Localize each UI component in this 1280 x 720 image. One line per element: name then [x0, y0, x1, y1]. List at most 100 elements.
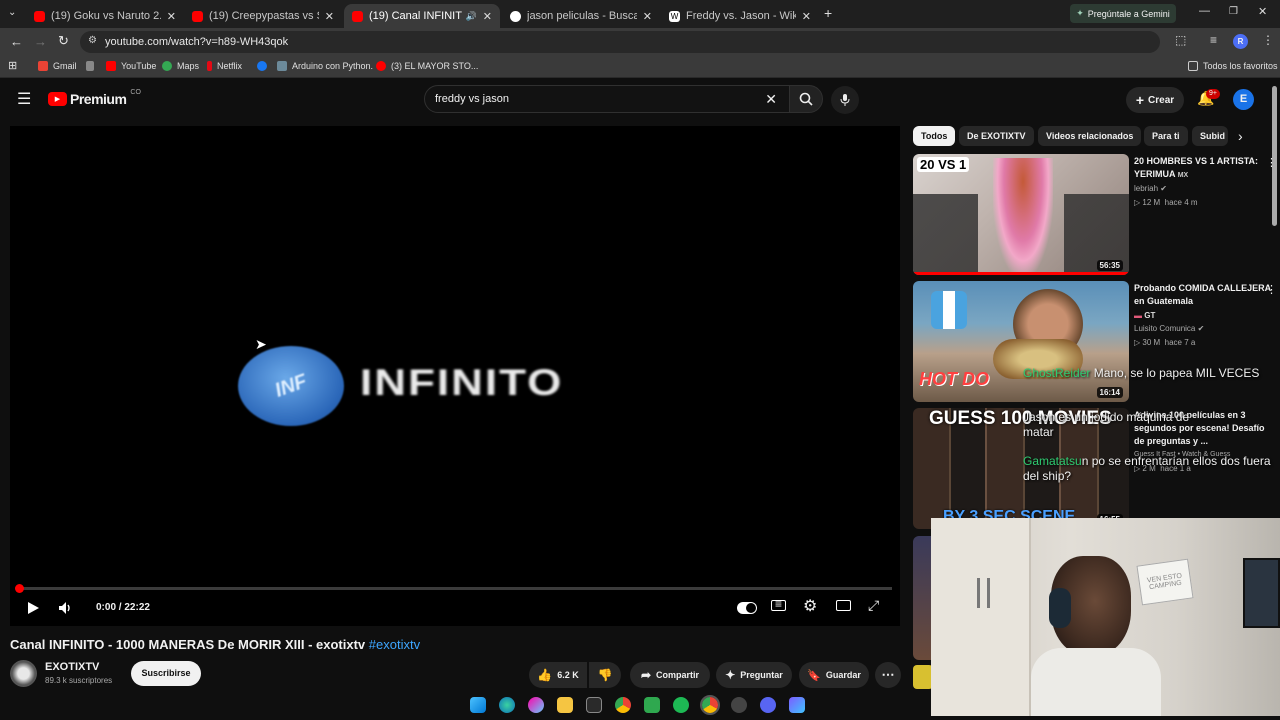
minimize-icon[interactable]: —	[1199, 5, 1210, 17]
volume-icon[interactable]	[58, 601, 74, 615]
bookmark-netflix[interactable]: Netflix	[207, 61, 242, 71]
bookmark-gmail[interactable]: Gmail	[38, 61, 77, 71]
progress-scrubber[interactable]	[15, 584, 24, 593]
url-text: youtube.com/watch?v=h89-WH43qok	[105, 36, 289, 48]
back-icon[interactable]: ←	[10, 34, 23, 49]
new-tab-icon[interactable]: +	[824, 5, 832, 21]
chrome-icon[interactable]	[615, 697, 631, 713]
tab-5[interactable]: W Freddy vs. Jason - Wikipedia, la ✕	[661, 4, 819, 28]
video-player[interactable]: INF INFINITO ➤ 0:00 / 22:22 ≡ ⚙ ⤢	[10, 126, 900, 626]
related-title-2[interactable]: Probando COMIDA CALLEJERA en Guatemala	[1134, 282, 1274, 308]
voice-search-button[interactable]	[831, 86, 859, 114]
browser-menu-icon[interactable]: ⋮	[1262, 33, 1274, 47]
close-icon[interactable]: ✕	[483, 10, 492, 23]
bookmark-maps[interactable]: Maps	[162, 61, 199, 71]
bookmark-facebook[interactable]	[257, 61, 272, 71]
clear-search-icon[interactable]: ✕	[765, 91, 777, 108]
search-button[interactable]	[789, 85, 823, 113]
related-thumbnail-5[interactable]	[913, 665, 933, 689]
forward-icon[interactable]: →	[34, 34, 47, 49]
chevron-right-icon[interactable]: ›	[1238, 128, 1243, 144]
channel-label: Luisito Comunica	[1134, 324, 1196, 333]
edge-icon[interactable]	[499, 697, 515, 713]
file-explorer-icon[interactable]	[557, 697, 573, 713]
windows-start-icon[interactable]	[470, 697, 486, 713]
site-info-icon[interactable]: ⚙	[88, 35, 97, 46]
bookmark-mayor-story[interactable]: (3) EL MAYOR STO...	[376, 61, 478, 71]
related-title-1[interactable]: 20 HOMBRES VS 1 ARTISTA: YERIMUA MX	[1134, 155, 1274, 182]
profile-avatar[interactable]: R	[1233, 34, 1248, 49]
all-bookmarks[interactable]: Todos los favoritos	[1188, 61, 1278, 71]
reading-list-icon[interactable]: ≡	[1210, 33, 1217, 47]
subtitles-icon[interactable]: ≡	[771, 598, 786, 611]
create-button[interactable]: + Crear	[1126, 87, 1184, 113]
chip-from-channel[interactable]: De EXOTIXTV	[959, 126, 1034, 146]
bookmark-separator[interactable]	[86, 61, 99, 71]
close-icon[interactable]: ✕	[325, 10, 334, 23]
save-button[interactable]: 🔖 Guardar	[799, 662, 869, 688]
discord-icon[interactable]	[760, 697, 776, 713]
hamburger-menu-icon[interactable]: ☰	[17, 89, 31, 109]
tab-list-icon[interactable]: ⌄	[8, 7, 16, 18]
restore-icon[interactable]: ❐	[1229, 6, 1238, 17]
extensions-icon[interactable]: ⬚	[1175, 33, 1186, 47]
chrome-active-icon[interactable]	[700, 695, 720, 715]
tab-3-active[interactable]: (19) Canal INFINITO - 1000 🔊 ✕	[344, 4, 500, 28]
audio-playing-icon[interactable]: 🔊	[466, 11, 477, 22]
chip-for-you[interactable]: Para ti	[1144, 126, 1188, 146]
close-icon[interactable]: ✕	[643, 10, 652, 23]
address-bar[interactable]: ⚙ youtube.com/watch?v=h89-WH43qok	[80, 31, 1160, 53]
obs-icon[interactable]	[731, 697, 747, 713]
theater-mode-icon[interactable]	[836, 600, 851, 611]
more-actions-button[interactable]: ⋯	[875, 662, 901, 688]
tab-1[interactable]: (19) Goku vs Naruto 2. Épicas B ✕	[26, 4, 184, 28]
apps-grid-icon[interactable]: ⊞	[8, 59, 17, 72]
app-icon[interactable]	[644, 697, 660, 713]
search-input[interactable]: freddy vs jason ✕	[424, 85, 790, 113]
autoplay-toggle[interactable]	[737, 602, 757, 614]
share-button[interactable]: ➦ Compartir	[630, 662, 710, 688]
wall-sign: VEN ESTO CAMPING	[1136, 558, 1194, 606]
bookmark-arduino[interactable]: Arduino con Python.	[277, 61, 373, 71]
epic-games-icon[interactable]	[586, 697, 602, 713]
spotify-icon[interactable]	[673, 697, 689, 713]
chip-uploaded[interactable]: Subid	[1192, 126, 1228, 146]
channel-name[interactable]: EXOTIXTV	[45, 661, 99, 673]
channel-avatar[interactable]	[10, 660, 37, 687]
related-thumbnail-2[interactable]: HOT DO 16:14	[913, 281, 1129, 402]
fullscreen-icon[interactable]: ⤢	[868, 597, 879, 614]
related-menu-icon[interactable]: ⋮	[1266, 283, 1277, 296]
close-icon[interactable]: ✕	[167, 10, 176, 23]
chip-all[interactable]: Todos	[913, 126, 956, 146]
tab-4[interactable]: jason peliculas - Buscar con Go ✕	[502, 4, 660, 28]
thumbnail-text: HOT DO	[919, 369, 989, 389]
ask-button[interactable]: ✦ Preguntar	[716, 662, 792, 688]
gemini-button[interactable]: ✦ Pregúntale a Gemini	[1070, 4, 1176, 23]
settings-gear-icon[interactable]: ⚙	[803, 596, 817, 616]
subscribe-button[interactable]: Suscribirse	[131, 661, 201, 686]
chip-related[interactable]: Videos relacionados	[1038, 126, 1142, 146]
related-channel-1[interactable]: lebriah ✔	[1134, 184, 1167, 193]
bookmark-youtube[interactable]: YouTube	[106, 61, 156, 71]
related-thumbnail-1[interactable]: 20 VS 1 56:35	[913, 154, 1129, 275]
copilot-icon[interactable]	[528, 697, 544, 713]
page-scrollbar[interactable]	[1272, 86, 1277, 226]
wardrobe-handle	[977, 578, 980, 608]
youtube-favicon-icon	[34, 10, 45, 22]
youtube-premium-logo[interactable]: ▶ Premium CO	[48, 89, 141, 107]
account-avatar[interactable]: E	[1233, 89, 1254, 110]
dislike-button[interactable]: 👎	[589, 662, 621, 688]
related-stats-1: ▷ 12 M hace 4 m	[1134, 198, 1198, 207]
close-icon[interactable]: ✕	[802, 10, 811, 23]
tab-title: (19) Creepypastas vs Slashers. E	[209, 10, 319, 22]
maps-icon	[162, 61, 172, 71]
like-button[interactable]: 👍 6.2 K	[529, 662, 587, 688]
window-close-icon[interactable]: ✕	[1258, 5, 1267, 18]
progress-track[interactable]	[18, 587, 892, 590]
play-icon[interactable]	[26, 601, 40, 615]
app-icon[interactable]	[789, 697, 805, 713]
video-hashtag[interactable]: #exotixtv	[369, 637, 420, 652]
related-channel-2[interactable]: Luisito Comunica ✔	[1134, 324, 1204, 333]
tab-2[interactable]: (19) Creepypastas vs Slashers. E ✕	[184, 4, 342, 28]
reload-icon[interactable]: ↻	[58, 33, 69, 49]
